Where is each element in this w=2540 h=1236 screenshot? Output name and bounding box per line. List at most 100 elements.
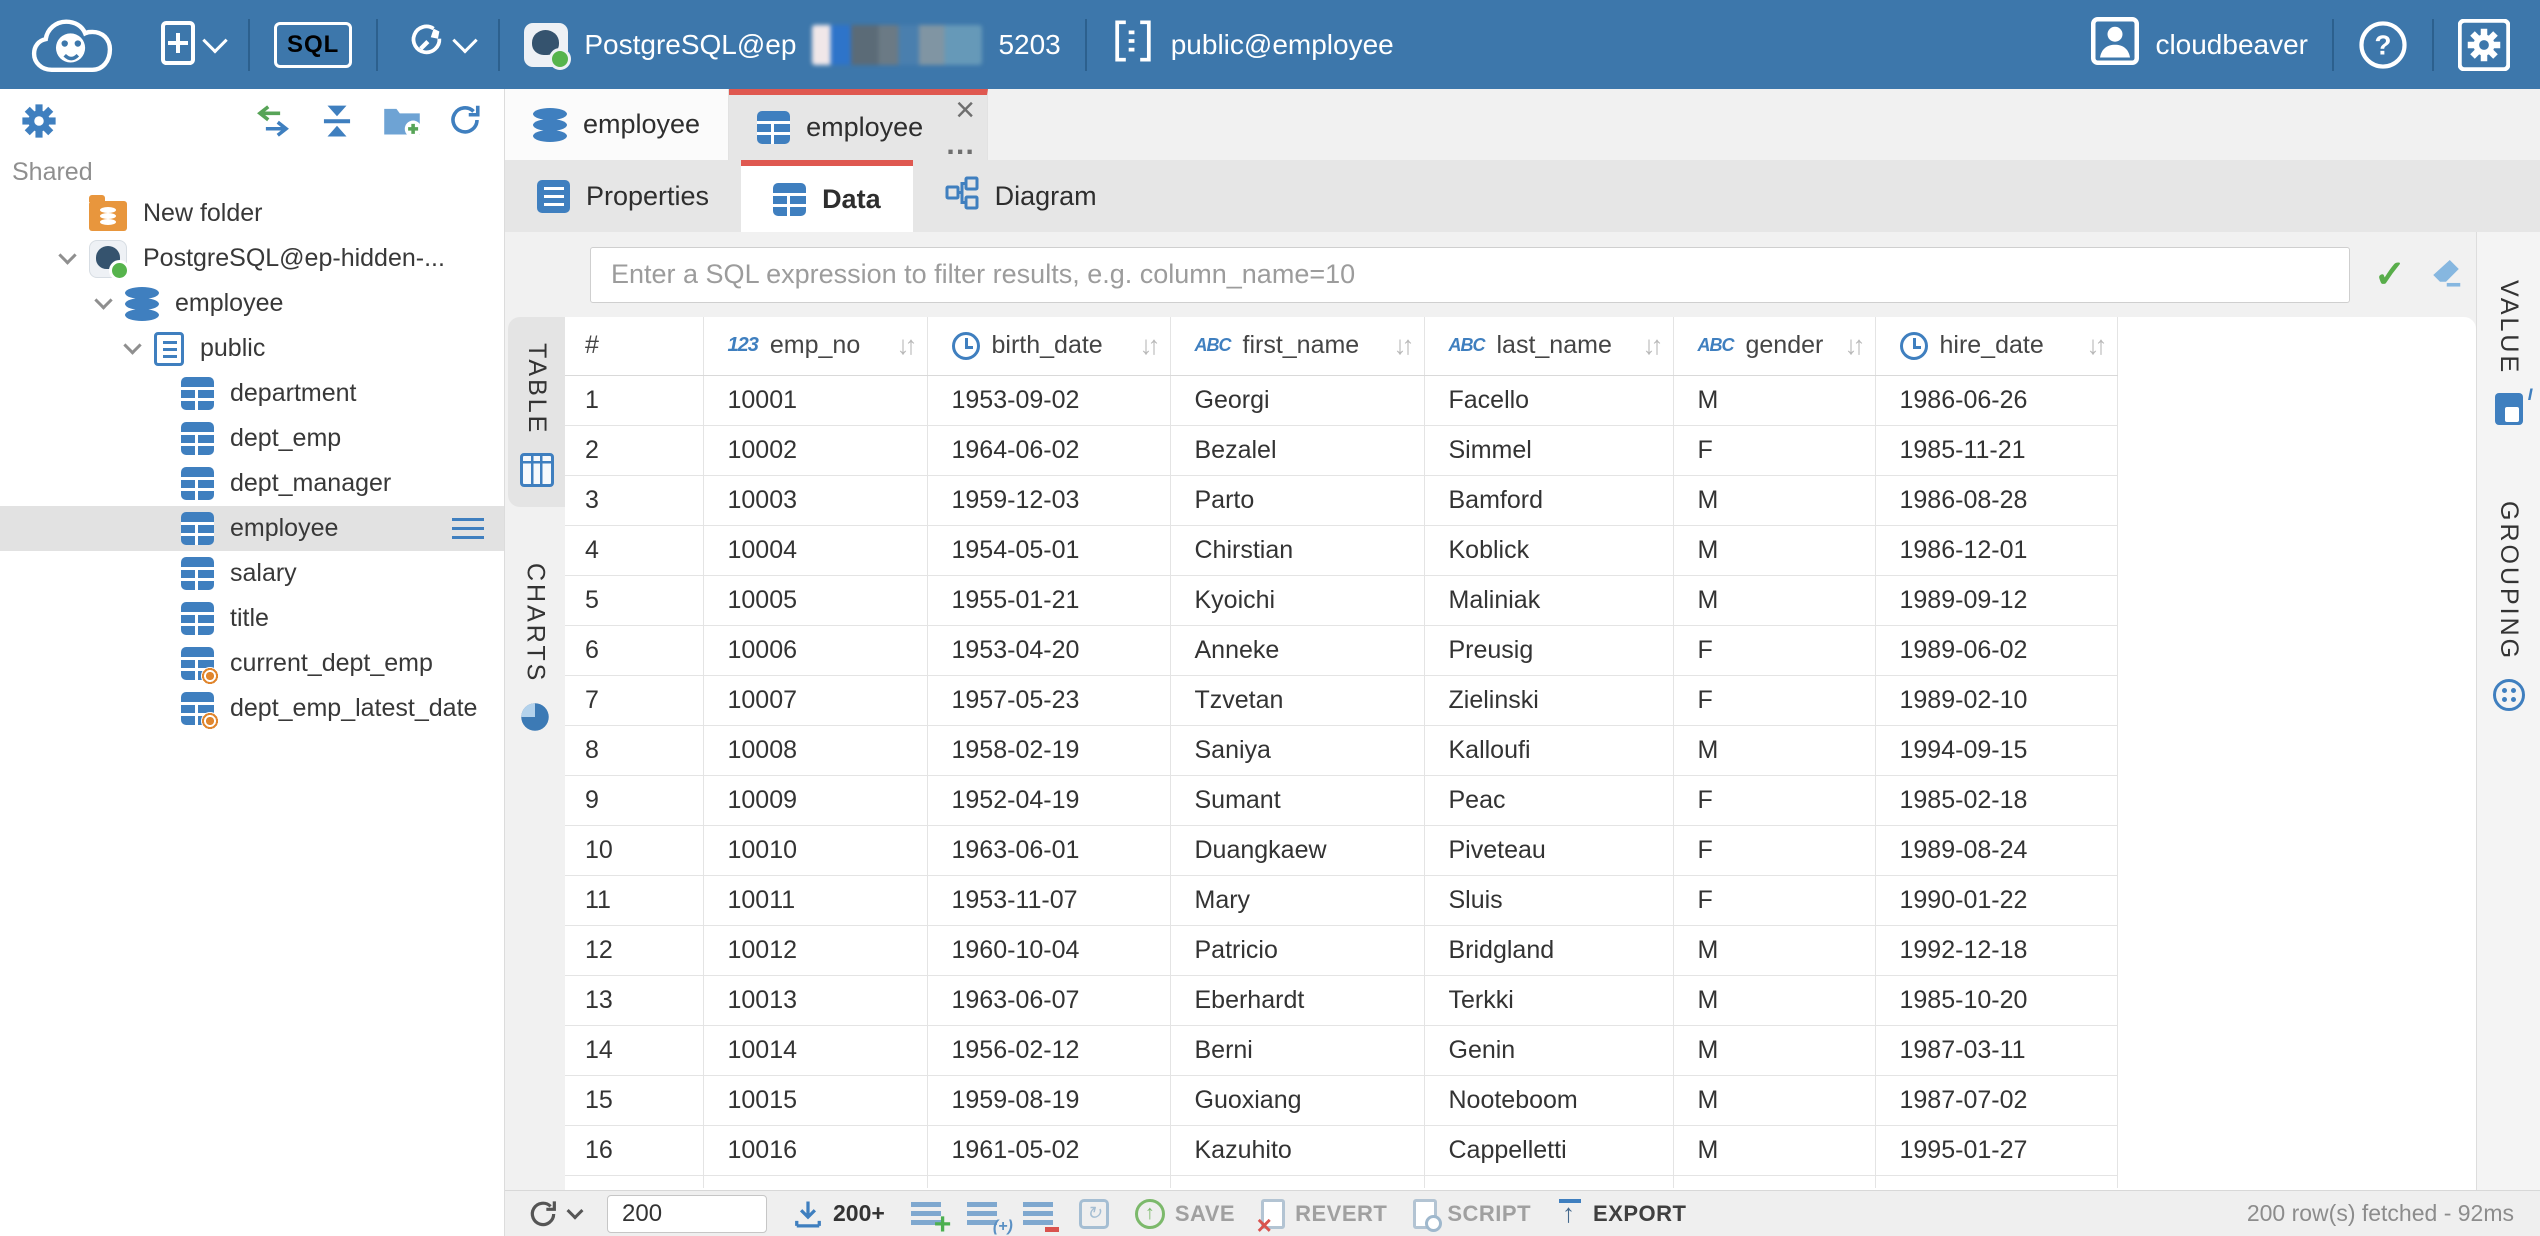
- sort-icon[interactable]: [1140, 330, 1164, 361]
- chevron-down-icon[interactable]: [45, 255, 89, 262]
- user-menu[interactable]: cloudbeaver: [2091, 17, 2308, 72]
- cell-birth_date[interactable]: 1961-05-02: [927, 1125, 1170, 1175]
- cell-emp_no[interactable]: 10012: [703, 925, 927, 975]
- tree-item[interactable]: dept_emp: [0, 416, 504, 461]
- row-menu-icon[interactable]: [452, 515, 484, 542]
- cell-emp_no[interactable]: 10013: [703, 975, 927, 1025]
- cell-emp_no[interactable]: 10008: [703, 725, 927, 775]
- cell-first_name[interactable]: Tzvetan: [1170, 675, 1424, 725]
- cell-birth_date[interactable]: 1960-10-04: [927, 925, 1170, 975]
- cell-emp_no[interactable]: 10002: [703, 425, 927, 475]
- tree-item[interactable]: dept_emp_latest_date: [0, 686, 504, 731]
- cell-emp_no[interactable]: 10009: [703, 775, 927, 825]
- cell-rownum[interactable]: 7: [565, 675, 703, 725]
- cell-last_name[interactable]: Kalloufi: [1424, 725, 1673, 775]
- cell-gender[interactable]: M: [1673, 575, 1875, 625]
- cell-emp_no[interactable]: 10011: [703, 875, 927, 925]
- cell-birth_date[interactable]: 1953-04-20: [927, 625, 1170, 675]
- tab-employee-table[interactable]: employee: [729, 89, 988, 160]
- cell-hire_date[interactable]: 1994-09-15: [1875, 725, 2117, 775]
- cell-rownum[interactable]: 5: [565, 575, 703, 625]
- sidebar-settings-button[interactable]: [20, 102, 58, 140]
- cell-birth_date[interactable]: 1957-05-23: [927, 675, 1170, 725]
- cell-rownum[interactable]: 2: [565, 425, 703, 475]
- cell-first_name[interactable]: Georgi: [1170, 375, 1424, 425]
- cell-hire_date[interactable]: 1986-08-28: [1875, 475, 2117, 525]
- cell-gender[interactable]: M: [1673, 375, 1875, 425]
- cell-first_name[interactable]: Kyoichi: [1170, 575, 1424, 625]
- cell-first_name[interactable]: Chirstian: [1170, 525, 1424, 575]
- tree-item[interactable]: title: [0, 596, 504, 641]
- cell-rownum[interactable]: 6: [565, 625, 703, 675]
- cell-rownum[interactable]: 15: [565, 1075, 703, 1125]
- revert-button[interactable]: REVERT: [1261, 1199, 1387, 1229]
- cell-birth_date[interactable]: 1963-06-07: [927, 975, 1170, 1025]
- tree-item[interactable]: department: [0, 371, 504, 416]
- cell-last_name[interactable]: Maliniak: [1424, 575, 1673, 625]
- cell-last_name[interactable]: Sluis: [1424, 875, 1673, 925]
- cell-emp_no[interactable]: 10004: [703, 525, 927, 575]
- presentation-tab-table[interactable]: TABLE: [508, 317, 565, 507]
- cell-first_name[interactable]: Duangkaew: [1170, 825, 1424, 875]
- cell-last_name[interactable]: Facello: [1424, 375, 1673, 425]
- cell-emp_no[interactable]: 10014: [703, 1025, 927, 1075]
- cell-gender[interactable]: F: [1673, 775, 1875, 825]
- cell-gender[interactable]: M: [1673, 1125, 1875, 1175]
- row-limit-input[interactable]: [607, 1195, 767, 1233]
- cell-last_name[interactable]: Cappelletti: [1424, 1125, 1673, 1175]
- new-folder-button[interactable]: [382, 102, 420, 140]
- cell-first_name[interactable]: Mary: [1170, 875, 1424, 925]
- cell-gender[interactable]: M: [1673, 525, 1875, 575]
- column-header-hire_date[interactable]: hire_date: [1875, 317, 2117, 375]
- cell-hire_date[interactable]: 1986-12-01: [1875, 525, 2117, 575]
- cell-rownum[interactable]: 8: [565, 725, 703, 775]
- cell-first_name[interactable]: Guoxiang: [1170, 1075, 1424, 1125]
- tab-menu-icon[interactable]: [945, 130, 975, 160]
- cell-emp_no[interactable]: 10005: [703, 575, 927, 625]
- cell-first_name[interactable]: Patricio: [1170, 925, 1424, 975]
- cell-birth_date[interactable]: 1953-11-07: [927, 875, 1170, 925]
- apply-filter-icon[interactable]: [2374, 256, 2406, 294]
- cell-rownum[interactable]: 14: [565, 1025, 703, 1075]
- cell-birth_date[interactable]: 1955-01-21: [927, 575, 1170, 625]
- tree-item[interactable]: PostgreSQL@ep-hidden-...: [0, 236, 504, 281]
- cell-birth_date[interactable]: 1964-06-02: [927, 425, 1170, 475]
- cell-rownum[interactable]: 1: [565, 375, 703, 425]
- cell-first_name[interactable]: Berni: [1170, 1025, 1424, 1075]
- cell-birth_date[interactable]: 1963-06-01: [927, 825, 1170, 875]
- cell-gender[interactable]: M: [1673, 1075, 1875, 1125]
- cell-first_name[interactable]: Anneke: [1170, 625, 1424, 675]
- cell-gender[interactable]: F: [1673, 675, 1875, 725]
- column-header-last_name[interactable]: last_name: [1424, 317, 1673, 375]
- cell-rownum[interactable]: 11: [565, 875, 703, 925]
- tab-properties[interactable]: Properties: [505, 160, 741, 232]
- export-button[interactable]: EXPORT: [1557, 1199, 1686, 1229]
- cell-emp_no[interactable]: 10010: [703, 825, 927, 875]
- cell-emp_no[interactable]: 10015: [703, 1075, 927, 1125]
- cell-birth_date[interactable]: 1952-04-19: [927, 775, 1170, 825]
- cell-birth_date[interactable]: 1954-05-01: [927, 525, 1170, 575]
- cell-gender[interactable]: F: [1673, 875, 1875, 925]
- cell-hire_date[interactable]: 1989-06-02: [1875, 625, 2117, 675]
- sort-icon[interactable]: [2087, 330, 2111, 361]
- cell-last_name[interactable]: Terkki: [1424, 975, 1673, 1025]
- help-button[interactable]: ?: [2358, 20, 2408, 70]
- cell-first_name[interactable]: Bezalel: [1170, 425, 1424, 475]
- cell-rownum[interactable]: 10: [565, 825, 703, 875]
- cell-gender[interactable]: F: [1673, 425, 1875, 475]
- cloudbeaver-logo-icon[interactable]: [24, 10, 120, 80]
- tab-diagram[interactable]: Diagram: [913, 160, 1129, 232]
- cell-gender[interactable]: M: [1673, 725, 1875, 775]
- sort-icon[interactable]: [1394, 330, 1418, 361]
- column-header-birth_date[interactable]: birth_date: [927, 317, 1170, 375]
- connection-selector[interactable]: PostgreSQL@ep5203: [524, 23, 1060, 67]
- cell-rownum[interactable]: 3: [565, 475, 703, 525]
- cell-hire_date[interactable]: 1989-08-24: [1875, 825, 2117, 875]
- tree-item[interactable]: salary: [0, 551, 504, 596]
- tree-item[interactable]: dept_manager: [0, 461, 504, 506]
- delete-row-button[interactable]: [1023, 1202, 1053, 1226]
- cell-birth_date[interactable]: 1959-08-19: [927, 1075, 1170, 1125]
- cell-hire_date[interactable]: 1989-09-12: [1875, 575, 2117, 625]
- presentation-tab-charts[interactable]: CHARTS: [505, 537, 565, 756]
- cell-last_name[interactable]: Preusig: [1424, 625, 1673, 675]
